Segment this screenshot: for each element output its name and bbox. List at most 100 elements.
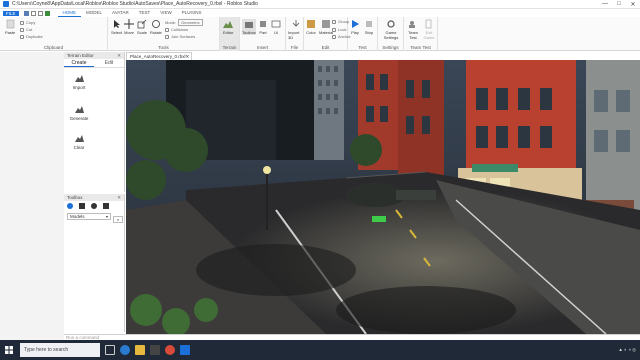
stop-button[interactable]: Stop <box>364 19 374 35</box>
document-tab[interactable]: Place_AutoRecovery_0.rbxl ✕ <box>126 52 192 60</box>
duplicate-button[interactable]: Duplicate <box>20 34 43 39</box>
start-button[interactable] <box>0 340 18 360</box>
tab-avatar[interactable]: AVATAR <box>107 9 134 17</box>
settings-group-label: Settings <box>382 45 399 50</box>
part-label: Part <box>259 30 267 35</box>
tab-model[interactable]: MODEL <box>81 9 107 17</box>
minimize-button[interactable]: — <box>598 0 612 9</box>
rotate-tool-button[interactable]: Rotate <box>150 19 162 35</box>
explorer-icon[interactable] <box>135 345 145 355</box>
panel-close-icon[interactable]: ✕ <box>117 53 121 59</box>
quick-access <box>23 10 52 16</box>
task-view-icon[interactable] <box>105 345 115 355</box>
ribbon: Paste Copy Cut Duplicate Clipboard Selec… <box>0 17 640 51</box>
tools-group: Select Move Scale Rotate Mode: Geometric… <box>108 17 220 51</box>
team-test-button[interactable]: Team Test <box>406 19 420 40</box>
chevron-down-icon: ▾ <box>105 214 108 219</box>
maximize-button[interactable]: □ <box>612 0 626 9</box>
cursor-icon <box>112 19 122 29</box>
toolbox-label: Toolbox <box>242 30 256 35</box>
mode-label: Mode: <box>165 20 177 25</box>
group-button[interactable]: Group <box>332 19 349 24</box>
collisions-toggle[interactable]: Collisions <box>165 27 188 32</box>
tray-icons: ▲ ◐ ◑ ◎ <box>618 347 636 352</box>
cut-label: Cut <box>26 27 33 32</box>
play-button[interactable]: Play <box>350 19 360 35</box>
save-icon[interactable] <box>23 10 29 16</box>
undo-icon[interactable] <box>30 10 36 16</box>
inventory-icon[interactable] <box>79 203 85 209</box>
scale-tool-button[interactable]: Scale <box>137 19 147 35</box>
ui-button[interactable]: UI <box>271 19 281 35</box>
roblox-studio-taskbar-icon[interactable] <box>180 345 190 355</box>
store-icon[interactable] <box>150 345 160 355</box>
search-button[interactable]: ⌕ <box>113 216 123 223</box>
tab-edit[interactable]: Edit <box>94 59 124 67</box>
import-3d-label: Import 3D <box>288 30 300 40</box>
paste-button[interactable]: Paste <box>5 19 15 35</box>
tab-view[interactable]: VIEW <box>155 9 177 17</box>
file-group-label: File <box>290 45 299 50</box>
import-label: Import <box>72 85 86 90</box>
category-dropdown[interactable]: Models ▾ <box>67 213 111 220</box>
toolbox-button[interactable]: Toolbox <box>242 19 256 35</box>
group-icon <box>332 19 336 24</box>
edge-icon[interactable] <box>120 345 130 355</box>
terrain-clear-button[interactable]: Clear <box>64 134 94 150</box>
terrain-generate-button[interactable]: Generate <box>64 105 94 121</box>
taskbar-search[interactable]: Type here to search <box>20 343 100 357</box>
import-3d-button[interactable]: Import 3D <box>288 19 303 40</box>
terrain-editor-button[interactable]: Editor <box>223 19 233 35</box>
paste-icon <box>5 19 15 29</box>
color-button[interactable]: Color <box>306 19 316 35</box>
terrain-group: Editor Terrain <box>220 17 240 51</box>
cut-button[interactable]: Cut <box>20 27 32 32</box>
city-scene <box>126 60 640 334</box>
move-tool-button[interactable]: Move <box>124 19 134 35</box>
test-group-label: Test <box>358 45 367 50</box>
exit-game-button[interactable]: Exit Game <box>422 19 436 40</box>
marketplace-icon[interactable] <box>67 203 73 209</box>
creations-icon[interactable] <box>103 203 109 209</box>
terrain-icon <box>223 19 234 29</box>
window-title: C:\Users\Coyne8\AppData\Local\Roblox\Rob… <box>12 1 258 7</box>
collisions-label: Collisions <box>171 27 189 32</box>
scale-label: Scale <box>137 30 148 35</box>
tab-home[interactable]: HOME <box>57 9 82 17</box>
team-test-label: Team Test <box>408 30 418 40</box>
material-icon <box>321 19 331 29</box>
close-button[interactable]: ✕ <box>626 0 640 9</box>
document-close-icon[interactable]: ✕ <box>186 54 190 60</box>
tab-create[interactable]: Create <box>64 59 94 67</box>
terrain-group-label: Terrain <box>222 45 237 50</box>
terrain-import-button[interactable]: Import <box>64 74 94 90</box>
gear-icon <box>386 19 396 29</box>
insert-group: Toolbox Part UI Insert <box>240 17 286 51</box>
recent-icon[interactable] <box>91 203 97 209</box>
color-icon <box>306 19 316 29</box>
tab-test[interactable]: TEST <box>134 9 156 17</box>
rotate-icon <box>151 19 161 29</box>
3d-viewport[interactable] <box>126 60 640 334</box>
select-tool-button[interactable]: Select <box>111 19 122 35</box>
copy-label: Copy <box>26 20 36 25</box>
join-surfaces-toggle[interactable]: Join Surfaces <box>165 34 195 39</box>
file-menu[interactable]: FILE <box>3 10 19 16</box>
mode-selector[interactable]: Mode: Geometric <box>165 19 203 26</box>
toolbox-close-icon[interactable]: ✕ <box>117 195 121 201</box>
collisions-icon <box>165 27 169 32</box>
copy-button[interactable]: Copy <box>20 20 35 25</box>
game-settings-button[interactable]: Game Settings <box>381 19 401 40</box>
duplicate-label: Duplicate <box>26 34 43 39</box>
part-button[interactable]: Part <box>258 19 268 35</box>
lock-button[interactable]: Lock <box>332 27 346 32</box>
clipboard-group-label: Clipboard <box>43 45 64 50</box>
scale-icon <box>137 19 147 29</box>
tab-plugins[interactable]: PLUGINS <box>177 9 207 17</box>
generate-label: Generate <box>69 116 89 121</box>
play-quick-icon[interactable] <box>44 10 50 16</box>
lock-icon <box>332 27 336 32</box>
chrome-icon[interactable] <box>165 345 175 355</box>
team-test-group-label: Team Test <box>410 45 431 50</box>
redo-icon[interactable] <box>37 10 43 16</box>
